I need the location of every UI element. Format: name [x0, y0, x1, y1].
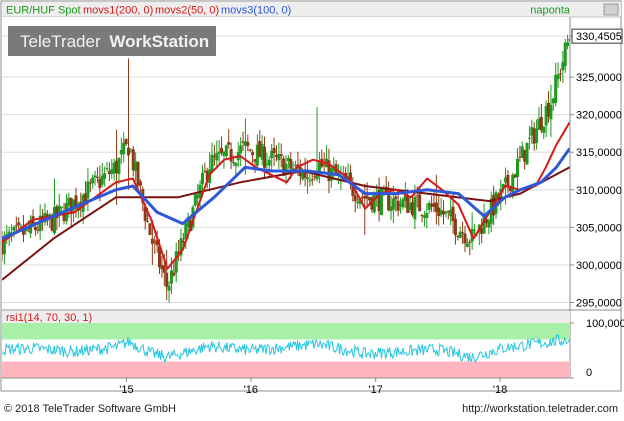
footer-url[interactable]: http://workstation.teletrader.com	[462, 403, 618, 415]
candle-body	[251, 152, 255, 156]
candle-body	[289, 158, 293, 169]
watermark-brand: TeleTrader	[20, 32, 101, 51]
time-tick-label: '15	[119, 384, 133, 396]
candle-body	[310, 179, 314, 181]
candle-body	[148, 223, 152, 236]
header-indicator-movs3: movs3(100, 0)	[221, 5, 291, 17]
candle-body	[169, 270, 173, 284]
candle-body	[103, 173, 107, 179]
rsi-overbought-zone	[2, 323, 570, 340]
candle-body	[239, 145, 243, 154]
candle-body	[146, 221, 150, 223]
candle-body	[93, 175, 97, 178]
candle-body	[165, 272, 169, 287]
candle-body	[124, 138, 128, 145]
candle-body	[14, 225, 18, 227]
candle-body	[272, 147, 276, 154]
watermark-product: WorkStation	[109, 32, 209, 51]
candle-body	[353, 195, 357, 202]
candle-body	[563, 42, 567, 67]
price-tick-label: 300,0000	[576, 260, 622, 272]
rsi-oversold-zone	[2, 361, 570, 378]
price-tick-label: 310,0000	[576, 185, 622, 197]
candle-body	[200, 172, 204, 185]
price-tick-label: 325,0000	[576, 72, 622, 84]
candle-body	[138, 181, 142, 186]
candle-body	[12, 227, 16, 231]
chart-canvas: EUR/HUF Spot movs1(200, 0) movs2(50, 0) …	[0, 0, 624, 415]
candle-body	[117, 158, 121, 174]
time-tick-label: '16	[244, 384, 258, 396]
candle-body	[229, 148, 233, 162]
candle-body	[308, 180, 312, 182]
watermark-text: TeleTrader WorkStation	[20, 32, 209, 51]
chart-window: EUR/HUF Spot movs1(200, 0) movs2(50, 0) …	[0, 0, 624, 416]
price-tick-label: 315,0000	[576, 147, 622, 159]
candle-body	[263, 146, 267, 168]
candle-body	[418, 194, 422, 212]
rsi-tick-label: 100,0000	[586, 318, 624, 330]
candle-body	[473, 229, 477, 231]
candle-body	[60, 206, 64, 208]
footer-copyright: © 2018 TeleTrader Software GmbH	[4, 403, 176, 415]
candle-body	[566, 42, 570, 47]
candle-body	[461, 232, 465, 234]
candle-body	[174, 251, 178, 273]
candle-body	[231, 161, 235, 164]
candle-body	[227, 142, 231, 145]
candle-body	[17, 222, 21, 226]
header-indicator-movs1: movs1(200, 0)	[83, 5, 153, 17]
candle-body	[234, 163, 238, 167]
rsi-label: rsi1(14, 70, 30, 1)	[6, 312, 92, 324]
candle-body	[167, 285, 171, 291]
candle-body	[86, 181, 90, 199]
candle-body	[394, 196, 398, 200]
candle-body	[535, 128, 539, 143]
candle-body	[33, 226, 37, 231]
candle-body	[468, 242, 472, 244]
candle-body	[215, 153, 219, 161]
candle-body	[463, 233, 467, 244]
candle-body	[279, 154, 283, 157]
candle-body	[525, 142, 529, 165]
candle-body	[172, 272, 176, 276]
candle-body	[453, 218, 457, 236]
price-tick-label: 320,0000	[576, 110, 622, 122]
candle-body	[95, 176, 99, 178]
price-tick-label: 305,0000	[576, 222, 622, 234]
candle-body	[542, 126, 546, 133]
candle-body	[391, 198, 395, 210]
time-tick-label: '17	[368, 384, 382, 396]
price-tick-label: 330,4505	[576, 31, 622, 43]
candle-body	[515, 158, 519, 178]
price-tick-label: 295,0000	[576, 297, 622, 309]
candle-body	[527, 137, 531, 139]
candle-body	[425, 213, 429, 218]
candle-body	[248, 149, 252, 151]
candle-body	[246, 141, 250, 147]
time-tick-label: '18	[493, 384, 507, 396]
candle-body	[162, 265, 166, 273]
rsi-tick-label: 0	[586, 367, 592, 379]
candle-body	[150, 238, 154, 244]
candle-body	[558, 73, 562, 75]
candle-body	[556, 74, 560, 80]
candle-body	[506, 174, 510, 187]
candle-body	[305, 177, 309, 180]
candle-body	[224, 145, 228, 157]
candle-body	[122, 142, 126, 155]
candle-body	[267, 159, 271, 166]
candle-body	[465, 243, 469, 247]
header-indicator-movs2: movs2(50, 0)	[155, 5, 219, 17]
candle-body	[210, 154, 214, 172]
candle-body	[413, 197, 417, 220]
header-close-button[interactable]	[603, 3, 619, 16]
header-period: naponta	[530, 5, 571, 17]
candle-body	[105, 168, 109, 170]
header-instrument: EUR/HUF Spot	[6, 5, 81, 17]
candle-body	[91, 177, 95, 184]
candle-body	[549, 104, 553, 120]
